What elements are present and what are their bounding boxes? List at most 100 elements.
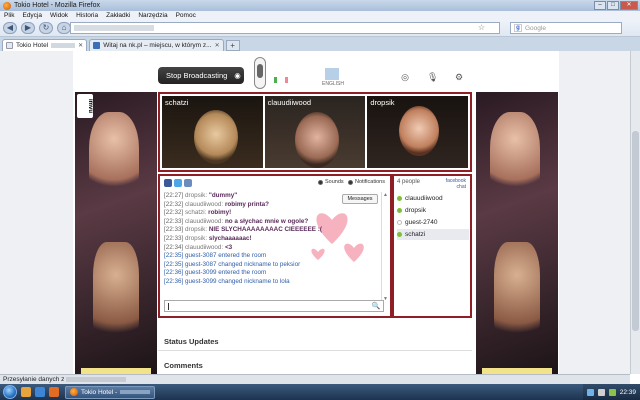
maximize-button[interactable]: □ — [607, 1, 619, 10]
taskbar-redacted — [120, 390, 151, 394]
tab-label: Tokio Hotel — [16, 42, 49, 49]
search-icon[interactable]: 🔍 — [371, 302, 381, 311]
close-button[interactable]: ✕ — [620, 1, 638, 10]
url-bar[interactable]: ☆ — [70, 22, 500, 34]
radio-icon[interactable] — [348, 179, 353, 185]
new-tab-button[interactable]: + — [225, 40, 240, 51]
google-icon[interactable]: g — [514, 24, 522, 32]
chat-log: [22:27] dropsik: "dummy" [22:32] clauudi… — [164, 192, 360, 302]
chat-user: dropsik: — [185, 234, 208, 242]
stop-broadcasting-button[interactable]: Stop Broadcasting ◉ — [158, 67, 244, 84]
person-clauudiiwood[interactable]: clauudiiwood — [397, 193, 469, 204]
system-text: guest-3099 entered the room — [185, 269, 267, 277]
explorer-icon[interactable] — [21, 387, 31, 397]
chat-scrollbar[interactable]: ▲ ▼ — [381, 192, 388, 302]
menu-file[interactable]: Plik — [4, 12, 14, 19]
window-controls: – □ ✕ — [594, 1, 638, 10]
chat-user: clauudiiwood: — [185, 243, 224, 251]
volume-handle[interactable] — [257, 64, 263, 78]
timestamp: [22:36] — [164, 269, 184, 277]
status-updates-section[interactable]: Status Updates — [158, 333, 472, 351]
start-button[interactable] — [3, 385, 17, 399]
back-button[interactable]: ◀ — [3, 22, 17, 34]
comments-section[interactable]: Comments — [158, 356, 472, 374]
people-count: 4 people — [397, 179, 421, 185]
menu-history[interactable]: Historia — [76, 12, 98, 19]
timestamp: [22:27] — [164, 192, 184, 199]
taskbar-firefox[interactable]: Tokio Hotel - — [65, 385, 156, 399]
microphone-icon[interactable]: 🎙 — [427, 72, 438, 82]
timestamp: [22:36] — [164, 277, 184, 285]
gear-icon[interactable]: ⚙ — [454, 72, 464, 82]
chat-line: [22:32] schatzi: robimy! — [164, 209, 360, 218]
twitter-icon[interactable] — [174, 179, 182, 187]
imvu-ad-left[interactable]: imvu — [75, 92, 157, 374]
person-guest-2740[interactable]: guest-2740 — [397, 217, 469, 228]
tab-close-icon[interactable]: ✕ — [78, 42, 83, 49]
sounds-option[interactable]: Sounds — [318, 179, 344, 185]
bookmark-star-icon[interactable]: ☆ — [478, 23, 485, 32]
taskbar-label: Tokio Hotel - — [81, 388, 118, 396]
system-text: guest-3087 entered the room — [185, 252, 267, 260]
menu-help[interactable]: Pomoc — [176, 12, 196, 19]
language-label: ENGLISH — [322, 81, 344, 87]
network-icon[interactable] — [586, 388, 594, 396]
notifications-label: Notifications — [355, 179, 385, 185]
menu-edit[interactable]: Edycja — [22, 12, 42, 19]
tray-app-icon[interactable] — [608, 388, 616, 396]
timestamp: [22:33] — [164, 226, 184, 234]
comments-heading: Comments — [164, 360, 203, 370]
status-text: Przesyłanie danych z — [3, 376, 65, 383]
tab-close-icon[interactable]: ✕ — [215, 42, 220, 49]
forward-button[interactable]: ▶ — [21, 22, 35, 34]
tab-tokio-hotel[interactable]: Tokio Hotel ✕ — [2, 39, 88, 51]
chat-input[interactable]: 🔍 — [164, 300, 384, 312]
person-name: clauudiiwood — [405, 195, 443, 202]
notifications-option[interactable]: Notifications — [348, 179, 385, 185]
cam-name: dropsik — [370, 98, 395, 107]
scroll-up-icon[interactable]: ▲ — [382, 192, 389, 198]
page-scrollbar[interactable] — [630, 51, 640, 374]
volume-icon[interactable] — [597, 388, 605, 396]
webcam-icon[interactable]: ◎ — [400, 72, 410, 82]
home-icon[interactable]: ⌂ — [57, 22, 71, 34]
tab-redacted — [51, 43, 76, 48]
timestamp: [22:32] — [164, 209, 184, 217]
minimize-button[interactable]: – — [594, 1, 606, 10]
window-titlebar: Tokio Hotel - Mozilla Firefox – □ ✕ — [0, 0, 640, 11]
scrollbar-thumb[interactable] — [632, 131, 639, 331]
media-icon[interactable] — [49, 387, 59, 397]
ie-icon[interactable] — [35, 387, 45, 397]
system-line: [22:35] guest-3087 entered the room — [164, 252, 360, 261]
language-selector[interactable]: ENGLISH — [316, 68, 350, 88]
clock[interactable]: 22:39 — [620, 389, 636, 396]
person-schatzi[interactable]: schatzi — [397, 229, 469, 240]
facebook-icon[interactable] — [164, 179, 172, 187]
volume-slider[interactable] — [254, 57, 266, 89]
cam-dropsik[interactable]: dropsik — [367, 96, 469, 168]
facebook-chat-link[interactable]: facebook chat — [446, 178, 466, 190]
reload-icon[interactable]: ↻ — [39, 22, 53, 34]
menu-bookmarks[interactable]: Zakładki — [106, 12, 130, 19]
radio-icon[interactable] — [318, 179, 323, 185]
broadcast-icon: ◉ — [234, 71, 241, 80]
person-dropsik[interactable]: dropsik — [397, 205, 469, 216]
imvu-ad-right[interactable] — [476, 92, 558, 374]
menu-view[interactable]: Widok — [50, 12, 68, 19]
timestamp: [22:35] — [164, 260, 184, 268]
cam-video — [194, 110, 238, 164]
timestamp: [22:33] — [164, 217, 184, 225]
cam-video — [399, 106, 440, 156]
search-bar[interactable]: g Google — [510, 22, 622, 34]
avatar-figure — [93, 242, 139, 352]
share-icon[interactable] — [184, 179, 192, 187]
timestamp: [22:32] — [164, 200, 184, 208]
tab-nk[interactable]: Witaj na nk.pl – miejscu, w którym z... … — [89, 39, 224, 51]
people-panel: 4 people facebook chat clauudiiwood drops… — [392, 174, 472, 318]
cam-clauudiiwood[interactable]: clauudiiwood — [264, 96, 366, 168]
windows-taskbar: Tokio Hotel - 22:39 — [0, 384, 640, 400]
chat-text: "dummy" — [208, 192, 238, 199]
menu-tools[interactable]: Narzędzia — [138, 12, 167, 19]
person-name: dropsik — [405, 207, 426, 214]
cam-schatzi[interactable]: schatzi — [162, 96, 263, 168]
